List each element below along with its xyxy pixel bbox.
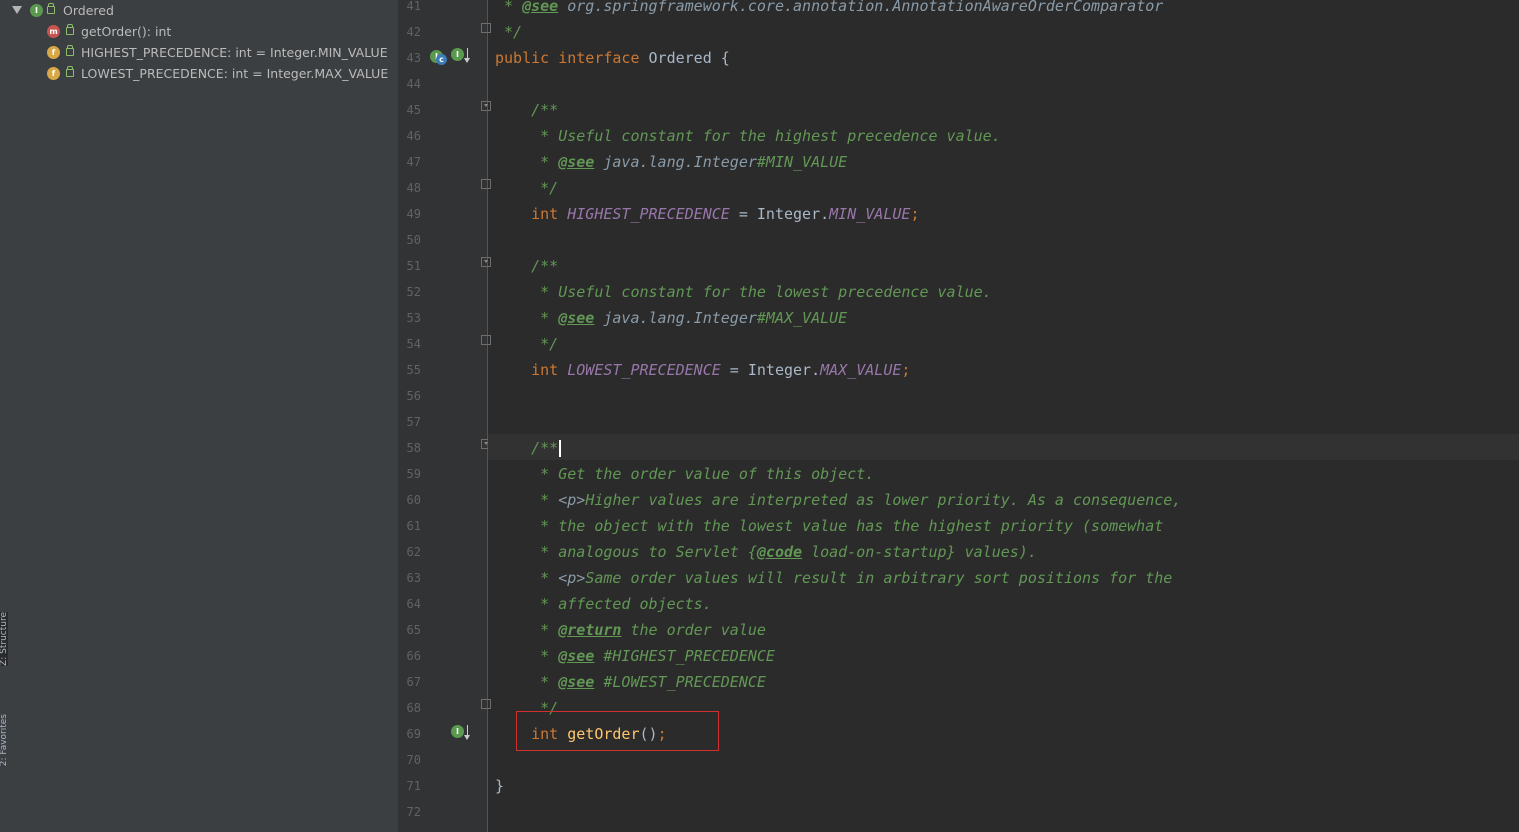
annotation-highlight-box — [516, 711, 719, 751]
code-line-53: * @see java.lang.Integer#MAX_VALUE — [531, 309, 848, 327]
line-number: 54 — [406, 337, 421, 351]
line-number: 62 — [406, 545, 421, 559]
line-number: 53 — [406, 311, 421, 325]
expand-arrow-icon[interactable] — [12, 6, 22, 14]
code-line-46: * Useful constant for the highest preced… — [531, 127, 1001, 145]
line-number: 68 — [406, 701, 421, 715]
code-line-49: int HIGHEST_PRECEDENCE = Integer.MIN_VAL… — [531, 205, 920, 223]
line-number: 72 — [406, 805, 421, 819]
code-line-60: * <p>Higher values are interpreted as lo… — [531, 491, 1182, 509]
line-number: 42 — [406, 25, 421, 39]
implementations-icon[interactable]: I — [451, 48, 464, 61]
line-number: 60 — [406, 493, 421, 507]
structure-panel: I Ordered m getOrder(): int f HIGHEST_PR… — [8, 0, 399, 832]
line-number: 48 — [406, 181, 421, 195]
line-number: 63 — [406, 571, 421, 585]
line-number: 64 — [406, 597, 421, 611]
line-number: 49 — [406, 207, 421, 221]
code-line-51: /** — [531, 257, 559, 275]
public-lock-icon — [66, 45, 74, 56]
line-number: 66 — [406, 649, 421, 663]
line-number: 46 — [406, 129, 421, 143]
line-number: 58 — [406, 441, 421, 455]
line-number: 59 — [406, 467, 421, 481]
line-number: 69 — [406, 727, 421, 741]
line-number: 51 — [406, 259, 421, 273]
code-line-58: /** — [495, 435, 562, 461]
code-line-64: * affected objects. — [531, 595, 712, 613]
interface-icon: I — [30, 4, 43, 17]
line-number: 61 — [406, 519, 421, 533]
line-number: 57 — [406, 415, 421, 429]
code-line-45: /** — [531, 101, 559, 119]
go-to-implementation-arrow-icon[interactable] — [464, 48, 470, 63]
public-lock-icon — [66, 24, 74, 35]
code-line-61: * the object with the lowest value has t… — [531, 517, 1164, 535]
implementing-class-icon[interactable]: c — [436, 54, 447, 65]
method-icon: m — [47, 25, 60, 38]
code-line-71: } — [495, 777, 505, 795]
line-number: 71 — [406, 779, 421, 793]
code-line-63: * <p>Same order values will result in ar… — [531, 569, 1173, 587]
code-line-42: */ — [495, 23, 523, 41]
public-lock-icon — [47, 3, 55, 14]
field-icon: f — [47, 46, 60, 59]
line-number: 50 — [406, 233, 421, 247]
code-line-52: * Useful constant for the lowest precede… — [531, 283, 992, 301]
code-line-67: * @see #LOWEST_PRECEDENCE — [531, 673, 766, 691]
code-line-62: * analogous to Servlet {@code load-on-st… — [531, 543, 1037, 561]
line-number: 44 — [406, 77, 421, 91]
tree-item-label: getOrder(): int — [81, 24, 172, 39]
line-number: 41 — [406, 0, 421, 13]
implementations-icon[interactable]: I — [451, 725, 464, 738]
caret-row-highlight — [488, 434, 1519, 460]
code-line-65: * @return the order value — [531, 621, 766, 639]
line-number: 52 — [406, 285, 421, 299]
code-line-54: */ — [531, 335, 559, 353]
line-number: 70 — [406, 753, 421, 767]
field-icon: f — [47, 67, 60, 80]
text-caret — [559, 440, 562, 457]
code-line-59: * Get the order value of this object. — [531, 465, 875, 483]
code-line-66: * @see #HIGHEST_PRECEDENCE — [531, 647, 775, 665]
line-number: 55 — [406, 363, 421, 377]
line-number: 47 — [406, 155, 421, 169]
line-number: 43 — [406, 51, 421, 65]
code-line-43: public interface Ordered { — [495, 49, 730, 67]
line-number: 67 — [406, 675, 421, 689]
tree-root-label: Ordered — [63, 3, 114, 18]
code-line-41: * @see org.springframework.core.annotati… — [495, 0, 1164, 15]
line-number: 45 — [406, 103, 421, 117]
go-to-implementation-arrow-icon[interactable] — [464, 725, 470, 740]
public-lock-icon — [66, 66, 74, 77]
code-line-48: */ — [531, 179, 559, 197]
line-number: 56 — [406, 389, 421, 403]
tree-item-label: HIGHEST_PRECEDENCE: int = Integer.MIN_VA… — [81, 45, 388, 60]
code-line-55: int LOWEST_PRECEDENCE = Integer.MAX_VALU… — [531, 361, 911, 379]
line-number: 65 — [406, 623, 421, 637]
tree-item-label: LOWEST_PRECEDENCE: int = Integer.MAX_VAL… — [81, 66, 389, 81]
code-line-47: * @see java.lang.Integer#MIN_VALUE — [531, 153, 848, 171]
